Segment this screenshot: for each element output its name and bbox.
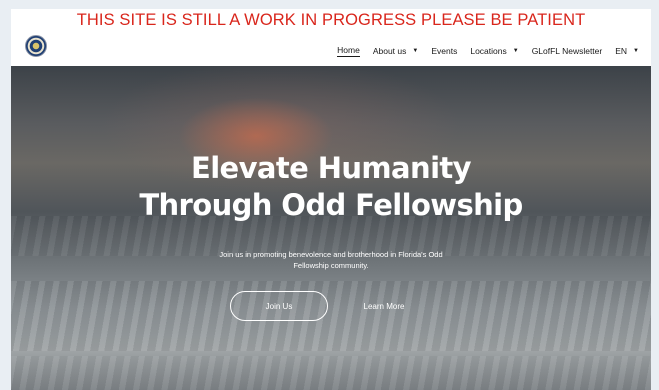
chevron-down-icon: ▼ — [412, 48, 419, 54]
nav-item-events[interactable]: Events — [431, 46, 457, 56]
language-selector[interactable]: EN ▼ — [615, 46, 639, 56]
nav-item-newsletter[interactable]: GLofFL Newsletter — [532, 46, 603, 56]
main-nav: Home About us ▼ Events Locations ▼ GLofF… — [324, 43, 639, 59]
wave-texture — [11, 281, 651, 351]
hero-title: Elevate Humanity Through Odd Fellowship — [11, 150, 651, 224]
hero-title-line2: Through Odd Fellowship — [139, 188, 523, 222]
wave-texture — [11, 356, 651, 390]
hero-subtitle: Join us in promoting benevolence and bro… — [219, 250, 443, 270]
nav-item-label: Events — [431, 46, 458, 56]
wip-banner: THIS SITE IS STILL A WORK IN PROGRESS PL… — [76, 11, 586, 29]
chevron-down-icon: ▼ — [633, 48, 639, 54]
page-frame: THIS SITE IS STILL A WORK IN PROGRESS PL… — [11, 9, 651, 390]
nav-item-label: Home — [337, 45, 360, 55]
chevron-down-icon: ▼ — [512, 48, 519, 54]
hero-title-line1: Elevate Humanity — [191, 151, 472, 185]
nav-item-label: About us — [372, 46, 407, 56]
nav-item-label: GLofFL Newsletter — [531, 46, 603, 56]
nav-item-locations[interactable]: Locations ▼ — [470, 46, 518, 56]
language-label: EN — [615, 46, 628, 56]
hero-section: Elevate Humanity Through Odd Fellowship … — [11, 66, 651, 390]
nav-item-home[interactable]: Home — [337, 45, 360, 57]
nav-item-about-us[interactable]: About us ▼ — [373, 46, 419, 56]
lodge-seal-icon[interactable] — [25, 35, 47, 57]
nav-item-label: Locations — [470, 46, 507, 56]
learn-more-button[interactable]: Learn More — [349, 291, 419, 321]
join-us-button[interactable]: Join Us — [230, 291, 328, 321]
